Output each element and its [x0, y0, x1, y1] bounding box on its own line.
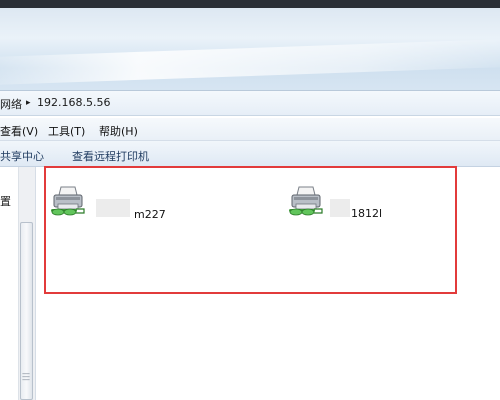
- breadcrumb-network[interactable]: 网络: [0, 96, 22, 112]
- nav-item-partial[interactable]: 置: [0, 193, 11, 209]
- glass-reflection: [0, 38, 500, 86]
- view-remote-printers-button[interactable]: 查看远程打印机: [72, 148, 149, 164]
- command-bar: 共享中心 查看远程打印机: [0, 141, 500, 167]
- scrollbar-grip-icon: — — —: [22, 369, 30, 384]
- nav-scrollbar[interactable]: — — —: [18, 167, 35, 400]
- window-top-edge: [0, 0, 500, 8]
- breadcrumb-location[interactable]: 192.168.5.56: [37, 96, 110, 109]
- menu-tools[interactable]: 工具(T): [48, 123, 85, 139]
- menu-view[interactable]: 查看(V): [0, 123, 38, 139]
- menu-help[interactable]: 帮助(H): [99, 123, 138, 139]
- breadcrumb-separator-icon[interactable]: ▸: [26, 98, 31, 108]
- window-title-glass: [0, 8, 500, 94]
- highlight-box: [44, 166, 457, 294]
- address-bar[interactable]: 网络 ▸ 192.168.5.56: [0, 90, 500, 116]
- sharing-center-button[interactable]: 共享中心: [0, 148, 44, 164]
- menu-bar: 查看(V) 工具(T) 帮助(H): [0, 118, 500, 141]
